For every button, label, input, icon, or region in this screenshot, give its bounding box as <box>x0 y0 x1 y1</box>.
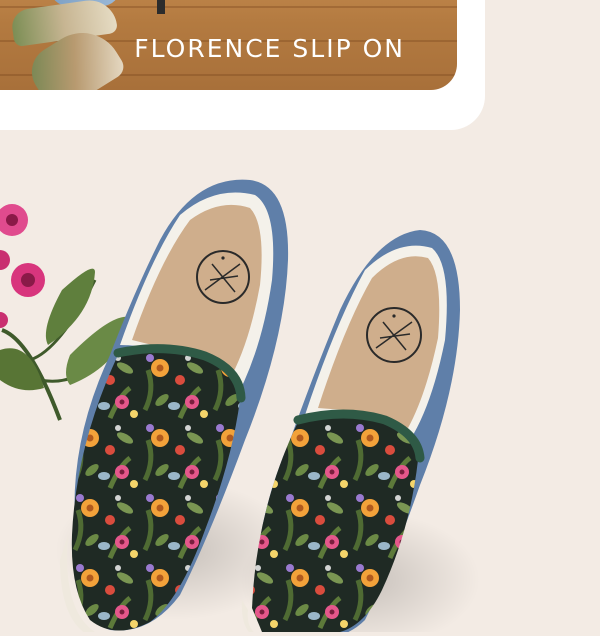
product-illustration <box>0 179 480 636</box>
hero-card[interactable]: FLORENCE SLIP ON <box>0 0 485 130</box>
product-stage <box>0 140 600 636</box>
hero-photo: FLORENCE SLIP ON <box>0 0 457 90</box>
chair-leg <box>157 0 165 14</box>
hero-title: FLORENCE SLIP ON <box>134 34 405 63</box>
